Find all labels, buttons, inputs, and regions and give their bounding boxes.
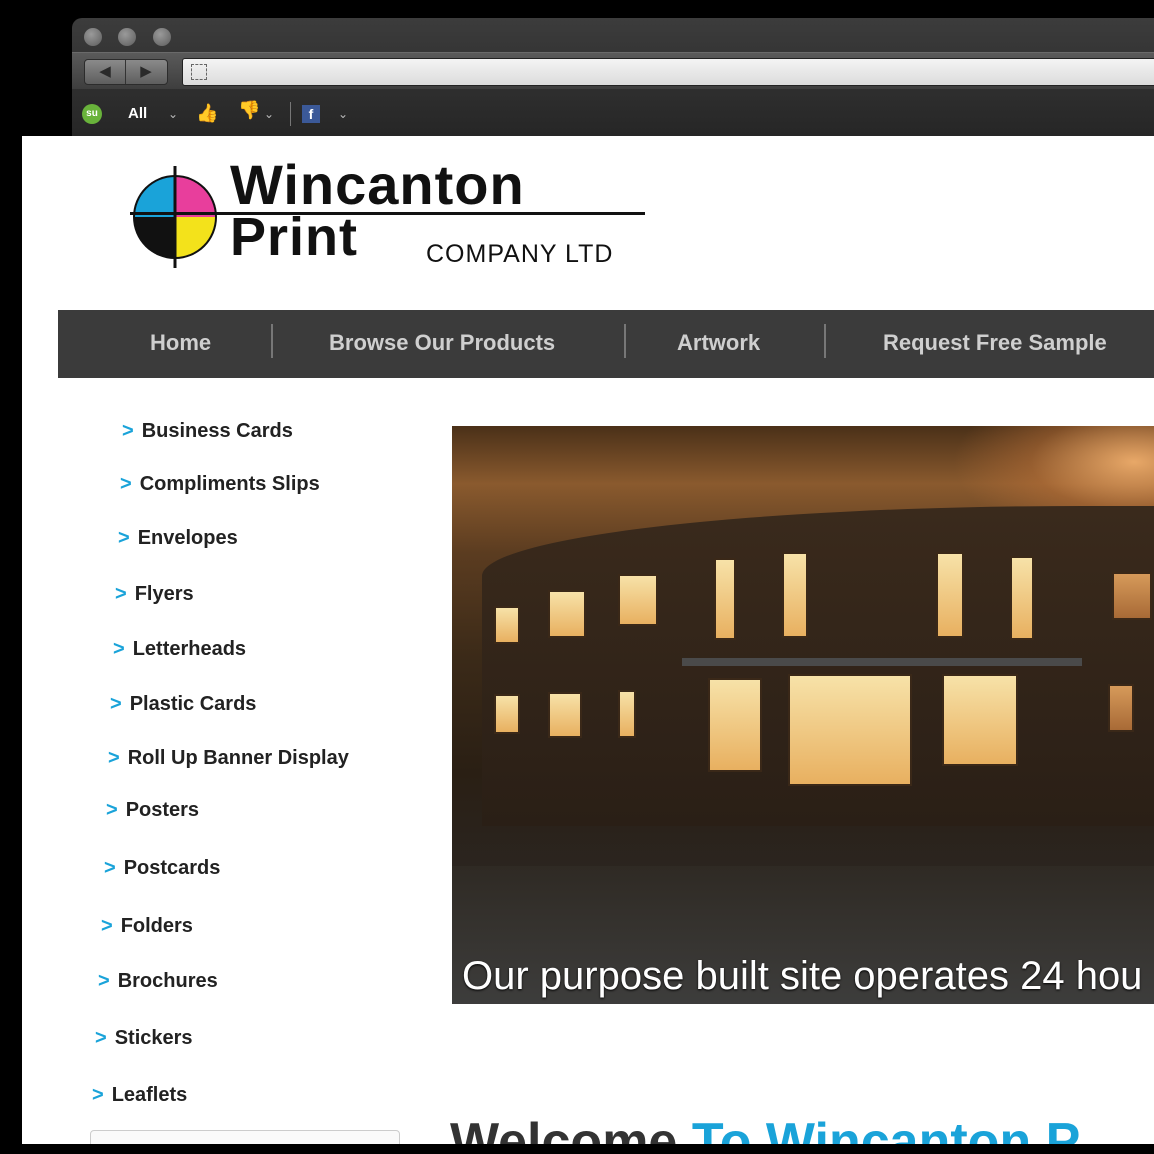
chevron-right-icon: > xyxy=(92,1084,104,1106)
building-window xyxy=(618,574,658,626)
chevron-right-icon: > xyxy=(122,420,134,442)
company-logo[interactable]: Wincanton Print COMPANY LTD xyxy=(130,153,670,272)
welcome-heading-part2: To Wincanton P xyxy=(691,1113,1081,1144)
minimize-window-button[interactable] xyxy=(118,28,137,46)
sidebar-item-label: Letterheads xyxy=(132,638,247,660)
hero-building-photo: Our purpose built site operates 24 hou xyxy=(452,426,1154,1004)
sidebar-item-letterheads[interactable]: > Letterheads xyxy=(113,638,246,661)
chevron-right-icon: > xyxy=(101,915,113,937)
sidebar-item-posters[interactable]: > Posters xyxy=(106,799,199,822)
sidebar-item-flyers[interactable]: > Flyers xyxy=(115,583,194,606)
sidebar-item-envelopes[interactable]: > Envelopes xyxy=(118,527,238,550)
chevron-down-icon[interactable]: ⌄ xyxy=(168,107,178,121)
page-icon xyxy=(191,64,207,80)
address-bar-row: ◀ ▶ xyxy=(72,52,1154,89)
sidebar-item-label: Brochures xyxy=(117,970,218,992)
logo-text-company: COMPANY LTD xyxy=(426,240,614,268)
building-window xyxy=(782,552,808,638)
building-window xyxy=(494,606,520,644)
sidebar-item-label: Compliments Slips xyxy=(139,473,320,495)
nav-browse-products[interactable]: Browse Our Products xyxy=(329,330,555,356)
welcome-heading-part1: Welcome xyxy=(450,1113,678,1144)
chevron-right-icon: > xyxy=(113,638,125,660)
sidebar-item-leaflets[interactable]: > Leaflets xyxy=(92,1084,187,1107)
sidebar-item-label: Postcards xyxy=(123,857,221,879)
building-window xyxy=(714,558,736,640)
building-window xyxy=(936,552,964,638)
chevron-right-icon: > xyxy=(108,747,120,769)
browser-window-chrome: ◀ ▶ su All ⌄ 👍 👎 ⌄ f ⌄ xyxy=(72,18,1154,136)
nav-request-free-sample[interactable]: Request Free Sample xyxy=(883,330,1107,356)
logo-text-print: Print xyxy=(230,207,359,267)
chevron-down-icon[interactable]: ⌄ xyxy=(264,107,274,121)
nav-home[interactable]: Home xyxy=(150,330,211,356)
sidebar-item-compliments-slips[interactable]: > Compliments Slips xyxy=(120,473,320,496)
chevron-right-icon: > xyxy=(120,473,132,495)
web-page: Wincanton Print COMPANY LTD Home Browse … xyxy=(22,136,1154,1144)
sidebar-item-postcards[interactable]: > Postcards xyxy=(104,857,220,880)
chevron-right-icon: > xyxy=(104,857,116,879)
building-window xyxy=(548,692,582,738)
chevron-right-icon: > xyxy=(110,693,122,715)
nav-divider xyxy=(271,324,273,358)
chevron-right-icon: > xyxy=(106,799,118,821)
building-window xyxy=(618,690,636,738)
sidebar-item-stickers[interactable]: > Stickers xyxy=(95,1027,193,1050)
sidebar-item-business-cards[interactable]: > Business Cards xyxy=(122,420,293,443)
sidebar-item-label: Plastic Cards xyxy=(129,693,257,715)
sidebar-item-label: Roll Up Banner Display xyxy=(127,747,349,769)
welcome-heading: Welcome To Wincanton P xyxy=(450,1112,1080,1144)
facebook-icon[interactable]: f xyxy=(302,105,320,123)
chevron-right-icon: > xyxy=(98,970,110,992)
chevron-right-icon: > xyxy=(115,583,127,605)
zoom-window-button[interactable] xyxy=(152,28,171,46)
sidebar-item-folders[interactable]: > Folders xyxy=(101,915,193,938)
all-button-label[interactable]: All xyxy=(128,105,147,122)
back-arrow-icon[interactable]: ◀ xyxy=(85,62,125,80)
cmyk-crosshair-icon xyxy=(133,166,217,268)
toolbar-divider xyxy=(290,102,291,126)
nav-divider xyxy=(824,324,826,358)
main-navigation: Home Browse Our Products Artwork Request… xyxy=(58,310,1154,378)
close-window-button[interactable] xyxy=(84,28,102,46)
building-window xyxy=(942,674,1018,766)
sidebar-promo-box xyxy=(90,1130,400,1144)
sidebar-item-label: Envelopes xyxy=(137,527,238,549)
building-window xyxy=(708,678,762,772)
nav-divider xyxy=(624,324,626,358)
building-window xyxy=(1010,556,1034,640)
sidebar-item-label: Stickers xyxy=(114,1027,193,1049)
chevron-right-icon: > xyxy=(95,1027,107,1049)
sidebar-item-plastic-cards[interactable]: > Plastic Cards xyxy=(110,693,256,716)
sidebar-item-label: Folders xyxy=(120,915,193,937)
building-window xyxy=(548,590,586,638)
sidebar-item-label: Flyers xyxy=(134,583,194,605)
url-input[interactable] xyxy=(182,58,1154,86)
sidebar-item-label: Posters xyxy=(125,799,200,821)
building-window xyxy=(494,694,520,734)
building-canopy xyxy=(682,658,1082,666)
sidebar-item-label: Leaflets xyxy=(111,1084,188,1106)
forward-arrow-icon[interactable]: ▶ xyxy=(126,62,166,80)
hero-caption: Our purpose built site operates 24 hou xyxy=(462,954,1143,998)
sidebar-item-label: Business Cards xyxy=(141,420,293,442)
building-window xyxy=(1112,572,1152,620)
building-entrance xyxy=(788,674,912,786)
nav-artwork[interactable]: Artwork xyxy=(677,330,760,356)
chevron-down-icon[interactable]: ⌄ xyxy=(338,107,348,121)
sidebar-item-brochures[interactable]: > Brochures xyxy=(98,970,218,993)
sidebar-item-roll-up-banner[interactable]: > Roll Up Banner Display xyxy=(108,747,349,770)
building-window xyxy=(1108,684,1134,732)
chevron-right-icon: > xyxy=(118,527,130,549)
thumbs-up-icon[interactable]: 👍 xyxy=(196,103,218,124)
stumbleupon-icon[interactable]: su xyxy=(82,104,102,124)
thumbs-down-icon[interactable]: 👎 xyxy=(238,100,260,121)
back-forward-buttons: ◀ ▶ xyxy=(84,59,168,85)
window-controls xyxy=(84,28,183,51)
